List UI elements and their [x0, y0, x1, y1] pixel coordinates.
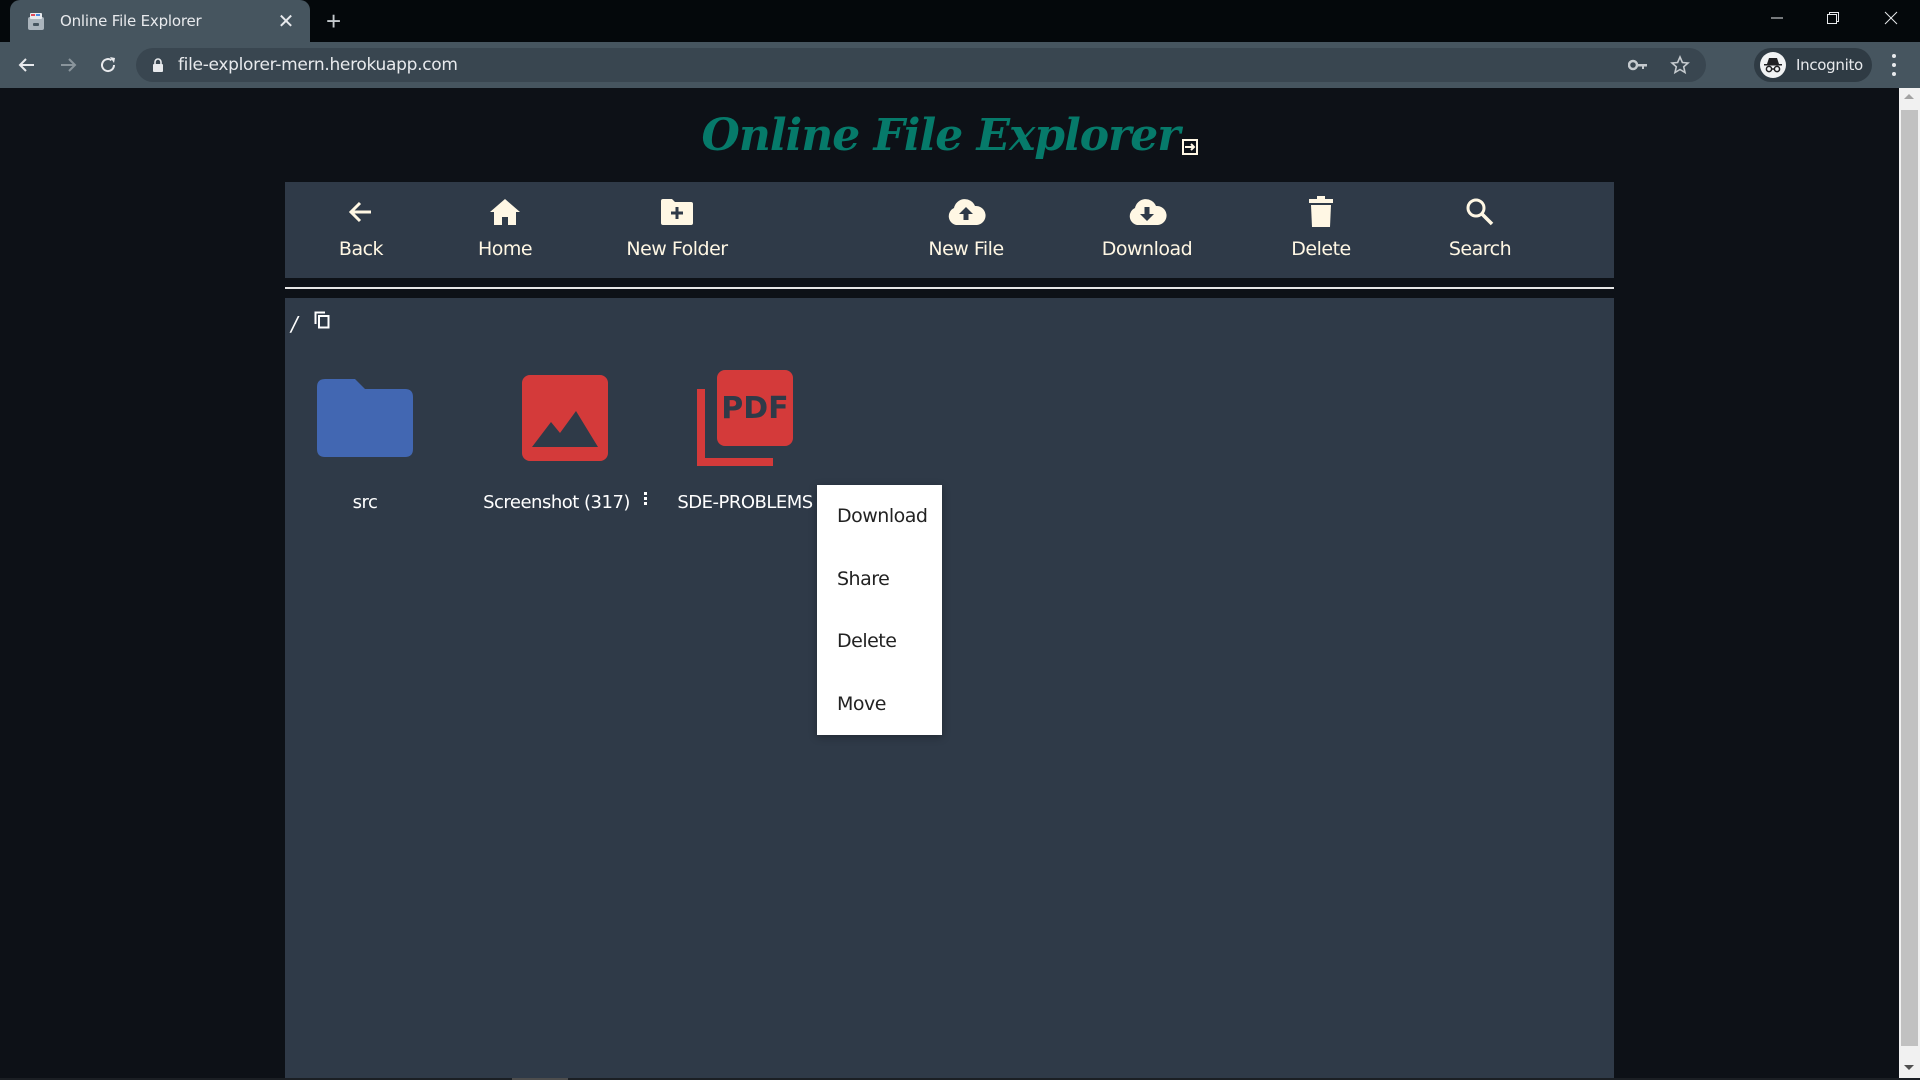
svg-text:PDF: PDF: [721, 391, 788, 426]
scroll-down-icon[interactable]: [1904, 1065, 1914, 1070]
new-folder-button[interactable]: New Folder: [612, 182, 742, 278]
scrollbar-thumb[interactable]: [1901, 110, 1918, 1046]
folder-plus-icon: [660, 196, 694, 228]
context-menu-move[interactable]: Move: [817, 673, 942, 736]
scroll-up-icon[interactable]: [1904, 94, 1914, 99]
key-icon[interactable]: [1628, 59, 1648, 71]
app-header: Online File Explorer: [0, 110, 1899, 161]
pdf-file-item[interactable]: PDF SDE-PROBLEMS: [677, 368, 813, 513]
pdf-icon: PDF: [697, 368, 793, 468]
logout-icon[interactable]: [1181, 139, 1198, 160]
tab-title: Online File Explorer: [60, 12, 202, 30]
arrow-left-icon: [347, 196, 375, 228]
new-file-label: New File: [928, 238, 1004, 260]
home-button[interactable]: Home: [455, 182, 555, 278]
address-bar[interactable]: file-explorer-mern.herokuapp.com: [136, 48, 1706, 82]
app-toolbar: Back Home New Folder New File Download D…: [285, 182, 1614, 278]
trash-icon: [1308, 196, 1334, 228]
kebab-menu-icon[interactable]: [1886, 52, 1902, 78]
window-close-icon[interactable]: [1864, 0, 1918, 36]
incognito-icon: [1760, 52, 1786, 78]
file-browser: / src Screenshot (317) PDF SDE-PROBLEMS: [285, 298, 1614, 1078]
image-file-item[interactable]: Screenshot (317): [470, 368, 660, 513]
folder-item[interactable]: src: [315, 368, 415, 513]
delete-button[interactable]: Delete: [1271, 182, 1371, 278]
image-icon: [522, 368, 608, 468]
new-file-button[interactable]: New File: [911, 182, 1021, 278]
file-name-text: Screenshot (317): [483, 492, 630, 513]
cloud-download-icon: [1127, 196, 1167, 228]
search-label: Search: [1448, 238, 1512, 260]
star-icon[interactable]: [1670, 55, 1690, 75]
context-menu: Download Share Delete Move: [817, 485, 942, 735]
context-menu-download[interactable]: Download: [817, 485, 942, 548]
delete-label: Delete: [1291, 238, 1351, 260]
page: Online File Explorer Back Home New Folde…: [0, 88, 1899, 1078]
file-cabinet-icon: [26, 11, 46, 31]
context-menu-share[interactable]: Share: [817, 548, 942, 611]
arrow-right-icon[interactable]: [54, 51, 82, 79]
plus-icon[interactable]: +: [326, 8, 341, 34]
current-path: /: [291, 312, 298, 336]
browser-toolbar: file-explorer-mern.herokuapp.com Incogni…: [0, 42, 1920, 88]
home-icon: [489, 196, 521, 228]
back-button[interactable]: Back: [311, 182, 411, 278]
file-name: SDE-PROBLEMS: [677, 492, 813, 513]
close-icon[interactable]: ✕: [276, 9, 296, 34]
arrow-left-icon[interactable]: [13, 51, 41, 79]
reload-icon[interactable]: [94, 51, 122, 79]
home-label: Home: [477, 238, 533, 260]
lock-icon[interactable]: [152, 58, 164, 72]
new-folder-label: New Folder: [626, 238, 728, 260]
app-title: Online File Explorer: [701, 110, 1181, 161]
vertical-scrollbar[interactable]: [1899, 88, 1920, 1078]
copy-path-icon[interactable]: [314, 311, 330, 329]
url-text[interactable]: file-explorer-mern.herokuapp.com: [178, 55, 458, 75]
download-label: Download: [1101, 238, 1193, 260]
more-options-icon[interactable]: [643, 492, 647, 505]
folder-icon: [317, 368, 413, 468]
minimize-icon[interactable]: [1750, 0, 1804, 36]
breadcrumb: /: [291, 311, 330, 336]
context-menu-delete[interactable]: Delete: [817, 610, 942, 673]
back-label: Back: [338, 238, 384, 260]
toolbar-divider: [285, 287, 1614, 289]
incognito-label: Incognito: [1796, 56, 1863, 74]
search-icon: [1465, 196, 1495, 228]
download-button[interactable]: Download: [1082, 182, 1212, 278]
incognito-indicator[interactable]: Incognito: [1754, 48, 1872, 82]
browser-tab-strip: Online File Explorer ✕ +: [0, 0, 1920, 42]
file-name: Screenshot (317): [483, 492, 647, 513]
browser-tab[interactable]: Online File Explorer ✕: [10, 0, 310, 42]
restore-icon[interactable]: [1806, 0, 1860, 36]
file-name: src: [352, 492, 378, 513]
cloud-upload-icon: [946, 196, 986, 228]
search-button[interactable]: Search: [1430, 182, 1530, 278]
